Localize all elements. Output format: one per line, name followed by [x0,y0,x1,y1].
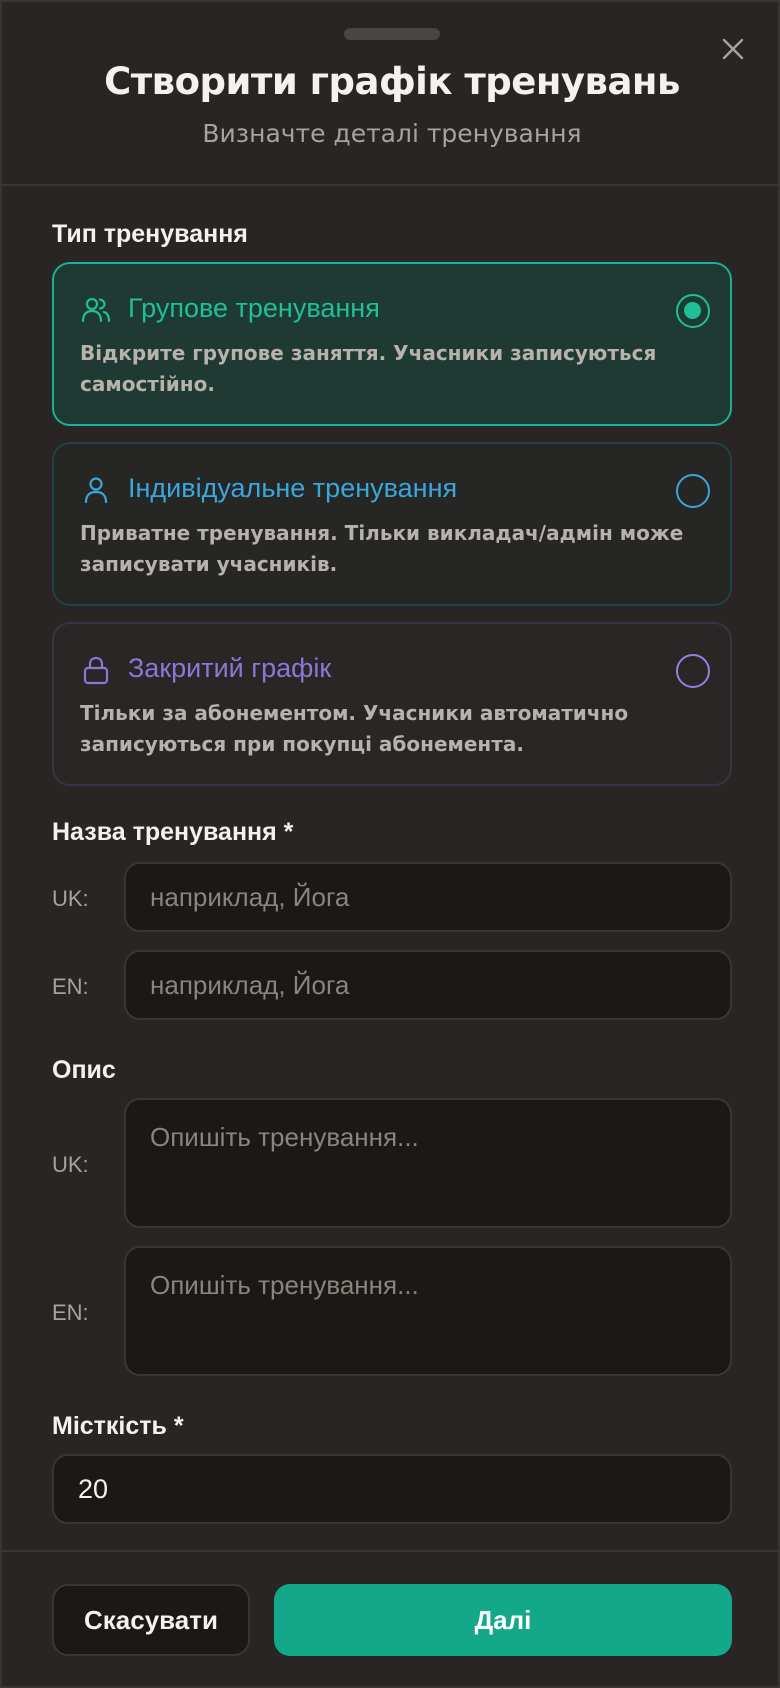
next-button[interactable]: Далі [274,1584,732,1656]
lang-label-uk: UK: [52,886,89,911]
option-title: Закритий графік [128,653,332,683]
radio-unselected[interactable] [676,474,710,508]
description-uk-placeholder: Опишіть тренування... [150,1122,419,1152]
option-title: Індивідуальне тренування [128,473,458,503]
users-icon [81,297,111,323]
name-uk-input[interactable]: наприклад, Йога [124,862,732,932]
lock-icon [83,656,109,685]
lang-label-en: EN: [52,1300,89,1325]
description-en-placeholder: Опишіть тренування... [150,1270,419,1300]
option-description: Приватне тренування. Тільки викладач/адм… [80,521,684,576]
description-label: Опис [52,1056,116,1084]
training-type-label: Тип тренування [52,220,248,248]
close-icon [722,38,744,60]
lang-label-uk: UK: [52,1152,89,1177]
user-icon [84,477,108,504]
drag-handle[interactable] [344,28,440,40]
page-title: Створити графік тренувань [104,60,680,103]
option-closed-schedule[interactable]: Закритий графік Тільки за абонементом. У… [52,622,732,786]
description-en-textarea[interactable]: Опишіть тренування... [124,1246,732,1376]
name-en-input[interactable]: наприклад, Йога [124,950,732,1020]
capacity-label: Місткість * [52,1412,184,1440]
capacity-input[interactable]: 20 [52,1454,732,1524]
option-description: Відкрите групове заняття. Учасники запис… [80,341,657,396]
create-schedule-sheet: Створити графік тренувань Визначте детал… [0,0,780,1688]
option-title: Групове тренування [128,293,380,323]
cancel-button[interactable]: Скасувати [52,1584,250,1656]
name-en-placeholder: наприклад, Йога [150,969,350,1000]
option-group-training[interactable]: Групове тренування Відкрите групове заня… [52,262,732,426]
page-subtitle: Визначте деталі тренування [202,119,582,148]
header-divider [2,184,778,186]
name-uk-placeholder: наприклад, Йога [150,881,350,912]
description-uk-textarea[interactable]: Опишіть тренування... [124,1098,732,1228]
lang-label-en: EN: [52,974,89,999]
option-description: Тільки за абонементом. Учасники автомати… [80,701,629,756]
footer-divider [2,1550,778,1552]
capacity-value: 20 [78,1473,109,1504]
option-individual-training[interactable]: Індивідуальне тренування Приватне тренув… [52,442,732,606]
training-name-label: Назва тренування * [52,818,294,846]
radio-selected[interactable] [676,294,710,328]
radio-unselected[interactable] [676,654,710,688]
